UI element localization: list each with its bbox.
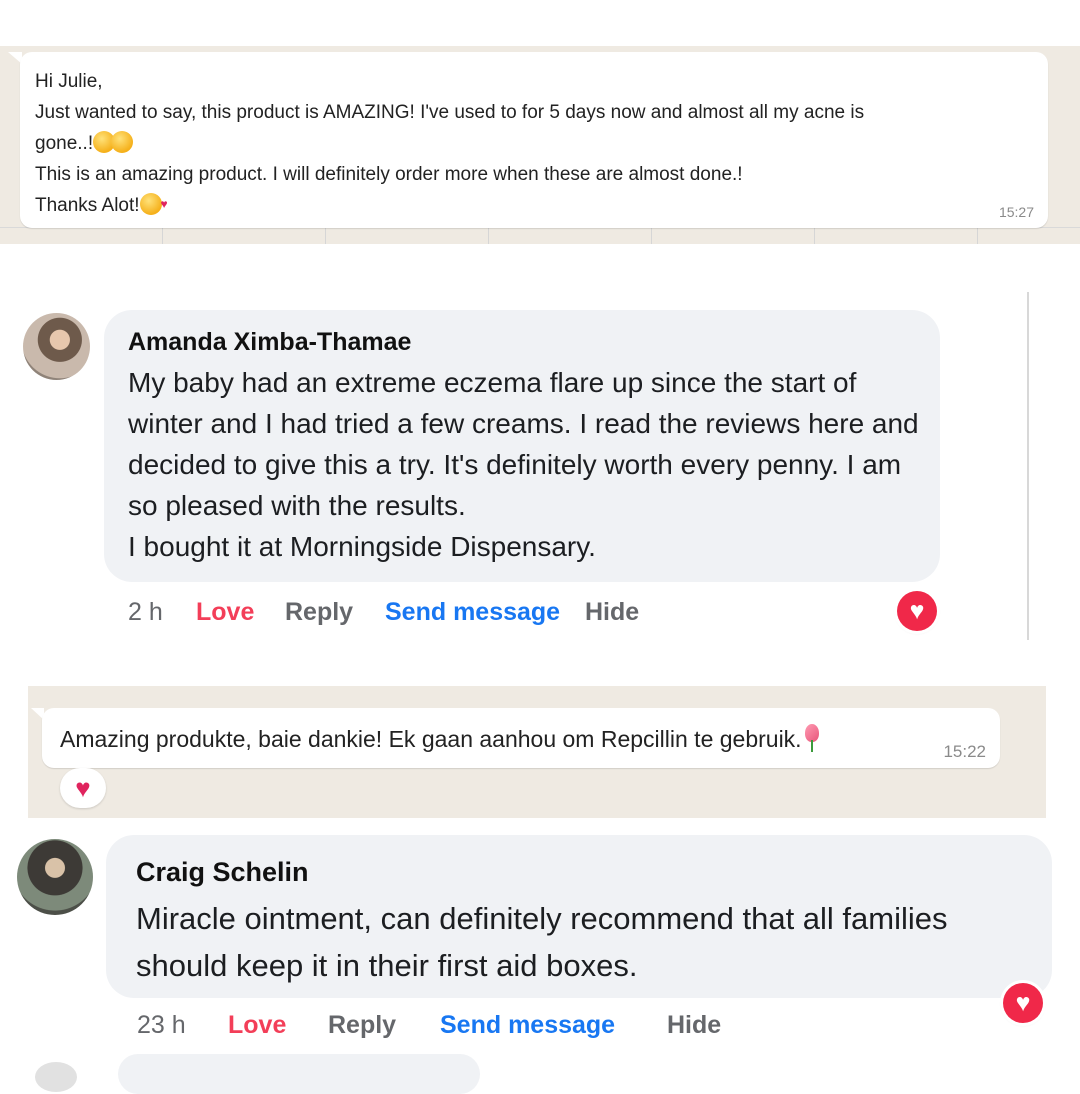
comment-time[interactable]: 2 h xyxy=(128,598,163,627)
avatar[interactable] xyxy=(17,839,93,915)
comment-author[interactable]: Amanda Ximba-Thamae xyxy=(128,328,411,357)
love-reaction-icon[interactable]: ♥ xyxy=(897,591,937,631)
love-button[interactable]: Love xyxy=(196,598,254,627)
comment-text: My baby had an extreme eczema flare up s… xyxy=(128,362,928,567)
comment-bubble: Amanda Ximba-Thamae My baby had an extre… xyxy=(104,310,940,582)
message-line: This is an amazing product. I will defin… xyxy=(35,164,743,185)
comment-bubble xyxy=(118,1054,480,1094)
tulip-emoji-icon xyxy=(802,724,822,752)
message-line: Just wanted to say, this product is AMAZ… xyxy=(35,102,865,123)
message-text: Amazing produkte, baie dankie! Ek gaan a… xyxy=(60,724,822,753)
love-reaction-icon[interactable]: ♥ xyxy=(1003,983,1043,1023)
message-line-text: gone..! xyxy=(35,133,94,154)
message-bubble[interactable]: Amazing produkte, baie dankie! Ek gaan a… xyxy=(42,708,1000,768)
message-timestamp: 15:22 xyxy=(943,742,986,761)
whatsapp-chat-panel-1: Hi Julie, Just wanted to say, this produ… xyxy=(0,46,1080,244)
send-message-button[interactable]: Send message xyxy=(385,598,560,627)
message-body: Hi Julie, Just wanted to say, this produ… xyxy=(35,66,1025,221)
avatar xyxy=(35,1062,77,1092)
message-line: gone..! xyxy=(35,128,1025,159)
comment-time[interactable]: 23 h xyxy=(137,1011,186,1040)
message-line: Hi Julie, xyxy=(35,71,103,92)
comment-paragraph: My baby had an extreme eczema flare up s… xyxy=(128,367,919,521)
send-message-button[interactable]: Send message xyxy=(440,1011,615,1040)
divider xyxy=(1027,292,1029,640)
grin-emoji-icon xyxy=(111,131,134,153)
whatsapp-chat-panel-2: Amazing produkte, baie dankie! Ek gaan a… xyxy=(28,686,1046,818)
love-button[interactable]: Love xyxy=(228,1011,286,1040)
hide-button[interactable]: Hide xyxy=(667,1011,721,1040)
message-line-text: Amazing produkte, baie dankie! Ek gaan a… xyxy=(60,726,802,752)
reply-button[interactable]: Reply xyxy=(285,598,353,627)
message-line-text: Thanks Alot! xyxy=(35,195,140,216)
comment-bubble: Craig Schelin Miracle ointment, can defi… xyxy=(106,835,1052,998)
message-bubble[interactable]: Hi Julie, Just wanted to say, this produ… xyxy=(20,52,1048,228)
chat-grid-strip xyxy=(0,227,1080,244)
comment-author[interactable]: Craig Schelin xyxy=(136,857,309,888)
reply-button[interactable]: Reply xyxy=(328,1011,396,1040)
hide-button[interactable]: Hide xyxy=(585,598,639,627)
comment-text: Miracle ointment, can definitely recomme… xyxy=(136,901,948,983)
comment-paragraph: I bought it at Morningside Dispensary. xyxy=(128,531,596,562)
avatar[interactable] xyxy=(23,313,90,380)
message-timestamp: 15:27 xyxy=(998,204,1034,220)
heart-reaction-icon[interactable]: ♥ xyxy=(60,768,106,808)
message-line: Thanks Alot! xyxy=(35,189,1025,221)
smiling-face-with-hearts-emoji-icon xyxy=(139,189,168,220)
